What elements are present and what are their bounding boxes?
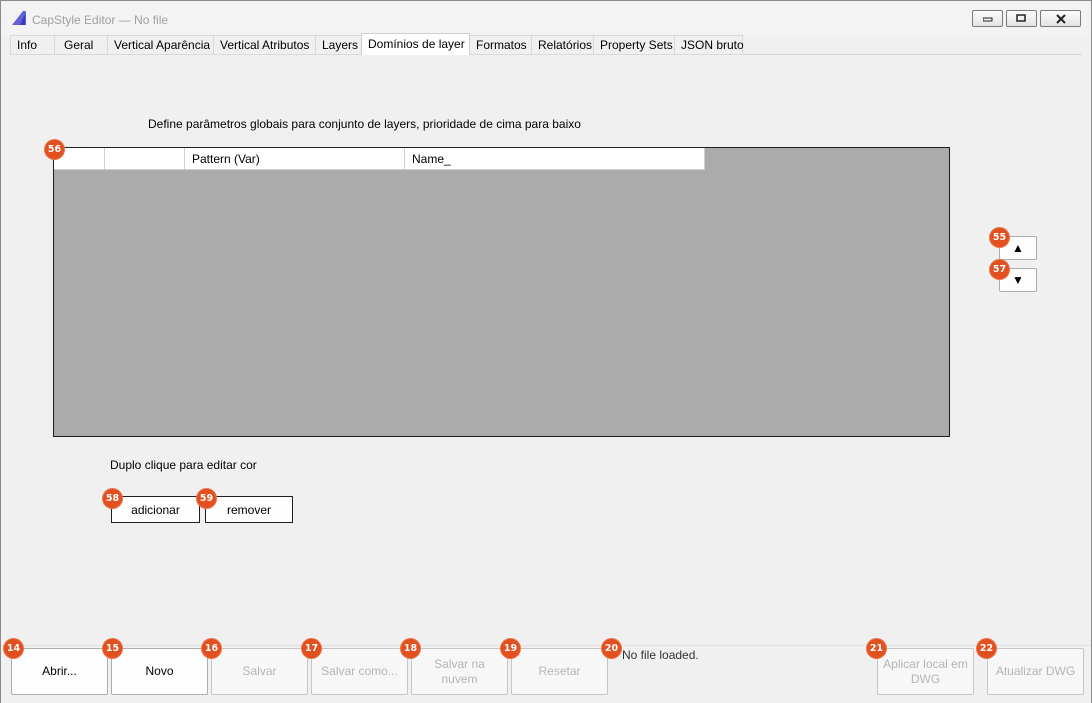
open-button[interactable]: Abrir... bbox=[11, 648, 108, 695]
arrow-up-icon: ▲ bbox=[1012, 241, 1024, 255]
new-button-label: Novo bbox=[145, 664, 174, 678]
save-button-label: Salvar bbox=[242, 664, 277, 678]
open-button-label: Abrir... bbox=[42, 664, 77, 678]
grid-column-header[interactable] bbox=[105, 148, 185, 170]
tab-label: Geral bbox=[64, 38, 94, 52]
app-window: CapStyle Editor — No file Info Geral Ver… bbox=[0, 0, 1092, 703]
update-dwg-button[interactable]: Atualizar DWG bbox=[987, 648, 1084, 695]
close-button[interactable] bbox=[1040, 10, 1081, 27]
tab-label: Domínios de layer bbox=[368, 37, 465, 51]
tab-label: Relatórios bbox=[538, 38, 593, 52]
tab-label: Vertical Atributos bbox=[220, 38, 310, 52]
maximize-icon bbox=[1016, 14, 1026, 22]
update-dwg-label: Atualizar DWG bbox=[995, 664, 1076, 678]
tab-vertical-aparencia[interactable]: Vertical Aparência bbox=[107, 35, 214, 55]
tab-label: Vertical Aparência bbox=[114, 38, 211, 52]
tab-label: JSON bruto bbox=[681, 38, 744, 52]
save-as-button[interactable]: Salvar como... bbox=[311, 648, 408, 695]
minimize-button[interactable] bbox=[972, 10, 1003, 27]
tab-relatorios[interactable]: Relatórios bbox=[531, 35, 594, 55]
edit-color-hint: Duplo clique para editar cor bbox=[110, 458, 257, 472]
badge-16: 16 bbox=[201, 638, 222, 659]
badge-17: 17 bbox=[301, 638, 322, 659]
status-text: No file loaded. bbox=[622, 648, 699, 662]
tab-json-bruto[interactable]: JSON bruto bbox=[674, 35, 744, 55]
tab-layers[interactable]: Layers bbox=[315, 35, 362, 55]
tab-label: Formatos bbox=[476, 38, 527, 52]
arrow-down-icon: ▼ bbox=[1012, 273, 1024, 287]
tab-label: Layers bbox=[322, 38, 359, 52]
save-cloud-button-label: Salvar na nuvem bbox=[434, 656, 485, 686]
add-button[interactable]: adicionar bbox=[111, 496, 200, 523]
tab-label: Property Sets bbox=[600, 38, 673, 52]
close-icon bbox=[1055, 13, 1066, 24]
badge-56: 56 bbox=[44, 139, 65, 160]
remove-button[interactable]: remover bbox=[205, 496, 293, 523]
tab-info[interactable]: Info bbox=[10, 35, 55, 55]
tab-property-sets[interactable]: Property Sets bbox=[593, 35, 675, 55]
title-bar: CapStyle Editor — No file bbox=[1, 1, 1091, 35]
window-controls bbox=[972, 10, 1081, 27]
layer-domains-grid[interactable]: Pattern (Var) Name_ bbox=[53, 147, 950, 437]
badge-57: 57 bbox=[989, 259, 1010, 280]
grid-column-header-name[interactable]: Name_ bbox=[405, 148, 705, 170]
save-button[interactable]: Salvar bbox=[211, 648, 308, 695]
reset-button-label: Resetar bbox=[538, 664, 581, 678]
new-button[interactable]: Novo bbox=[111, 648, 208, 695]
minimize-icon bbox=[982, 17, 992, 21]
badge-21: 21 bbox=[866, 638, 887, 659]
save-cloud-button[interactable]: Salvar na nuvem bbox=[411, 648, 508, 695]
badge-15: 15 bbox=[102, 638, 123, 659]
tab-geral[interactable]: Geral bbox=[54, 35, 108, 55]
badge-19: 19 bbox=[500, 638, 521, 659]
window-title: CapStyle Editor — No file bbox=[32, 13, 169, 27]
app-logo-icon bbox=[12, 11, 26, 25]
badge-14: 14 bbox=[3, 638, 24, 659]
badge-55: 55 bbox=[989, 227, 1010, 248]
tab-formatos[interactable]: Formatos bbox=[469, 35, 532, 55]
badge-18: 18 bbox=[400, 638, 421, 659]
apply-local-dwg-label: Aplicar local em DWG bbox=[883, 656, 968, 686]
tab-dominios-de-layer[interactable]: Domínios de layer bbox=[361, 33, 470, 55]
tab-vertical-atributos[interactable]: Vertical Atributos bbox=[213, 35, 316, 55]
grid-header: Pattern (Var) Name_ bbox=[54, 148, 705, 170]
apply-local-dwg-button[interactable]: Aplicar local em DWG bbox=[877, 648, 974, 695]
remove-button-label: remover bbox=[226, 502, 271, 517]
grid-column-header-pattern[interactable]: Pattern (Var) bbox=[185, 148, 405, 170]
badge-58: 58 bbox=[102, 488, 123, 509]
badge-20: 20 bbox=[601, 638, 622, 659]
badge-59: 59 bbox=[196, 488, 217, 509]
maximize-button[interactable] bbox=[1006, 10, 1037, 27]
reset-button[interactable]: Resetar bbox=[511, 648, 608, 695]
add-button-label: adicionar bbox=[131, 502, 180, 517]
panel-description: Define parâmetros globais para conjunto … bbox=[148, 117, 581, 131]
badge-22: 22 bbox=[976, 638, 997, 659]
tab-label: Info bbox=[17, 38, 38, 52]
tab-strip: Info Geral Vertical Aparência Vertical A… bbox=[10, 33, 744, 55]
save-as-button-label: Salvar como... bbox=[321, 664, 398, 678]
